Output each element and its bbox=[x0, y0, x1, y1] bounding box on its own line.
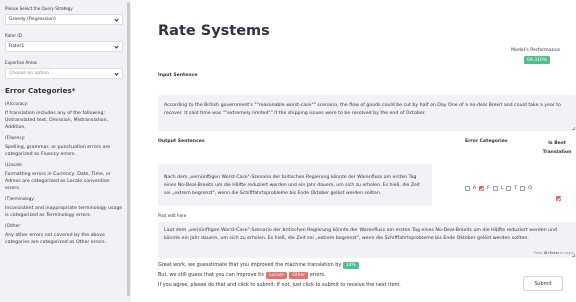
output-sentence-text: Nach dem „vernünftigen Worst-Case"-Szena… bbox=[164, 175, 420, 196]
checkbox-other[interactable] bbox=[520, 186, 526, 191]
error-categories-title: Error Categories* bbox=[5, 86, 76, 95]
category-description: Spelling, grammar, or punctuation errors… bbox=[5, 145, 111, 157]
expertise-label: Expertise Areas bbox=[5, 60, 38, 65]
checkbox-label: A bbox=[473, 186, 477, 191]
page-title: Rate Systems bbox=[158, 23, 270, 39]
sidebar-scrollbar[interactable] bbox=[127, 2, 130, 296]
query-strategy-select[interactable]: Greedy (Regression) bbox=[5, 14, 123, 25]
performance-badge: 69.310% bbox=[524, 56, 551, 64]
footer-line2-text: But, we still guess that you can improve… bbox=[158, 272, 264, 278]
category-description: Formatting errors in Currency, Date, Tim… bbox=[5, 172, 111, 191]
other-error-badge: Other bbox=[289, 272, 309, 279]
category-heading: (L)ocale: bbox=[5, 162, 23, 167]
input-sentence-box: According to the British government's ""… bbox=[158, 95, 576, 131]
footer-line2-suffix: errors. bbox=[309, 272, 326, 278]
footer-line-2: But, we still guess that you can improve… bbox=[158, 272, 326, 279]
main-content: Rate Systems Model's Performance 69.310%… bbox=[131, 0, 576, 302]
error-category-checkboxes: A F L T O bbox=[465, 186, 532, 191]
checkbox-locale[interactable] bbox=[492, 186, 498, 191]
checkbox-terminology[interactable] bbox=[506, 186, 512, 191]
chevron-down-icon bbox=[114, 44, 119, 49]
expertise-select[interactable]: Choose an option bbox=[5, 68, 123, 79]
rater-id-label: Rater ID bbox=[5, 33, 22, 38]
apply-hint-key: ⌘+Enter bbox=[543, 251, 560, 255]
chevron-down-icon bbox=[114, 71, 119, 76]
best-header-line1: Is Best bbox=[548, 141, 566, 146]
footer-line1-text: Great work, we guesstimate that you impr… bbox=[158, 262, 342, 268]
post-edit-textarea[interactable]: Laut dem „vernünftigen Worst-Case"-Szena… bbox=[158, 222, 576, 258]
input-sentence-text: According to the British government's ""… bbox=[164, 103, 561, 116]
input-sentence-label: Input Sentence bbox=[158, 73, 198, 78]
apply-hint-prefix: Press bbox=[533, 251, 543, 255]
category-heading: (A)ccuracy: bbox=[5, 101, 29, 106]
category-heading: (F)luency: bbox=[5, 135, 26, 140]
sidebar: Please Select the Query Strategy Greedy … bbox=[0, 0, 131, 302]
post-edit-label: Post edit here bbox=[158, 213, 187, 218]
post-edit-text: Laut dem „vernünftigen Worst-Case"-Szena… bbox=[164, 228, 557, 241]
checkbox-accuracy[interactable] bbox=[465, 186, 470, 191]
best-translation-checkbox-wrap bbox=[556, 186, 561, 205]
chevron-down-icon bbox=[114, 17, 119, 22]
error-categories-header: Error Categories bbox=[465, 139, 508, 144]
best-translation-header: Is Best Translation bbox=[540, 139, 574, 157]
footer-line-1: Great work, we guesstimate that you impr… bbox=[158, 262, 359, 269]
query-strategy-label: Please Select the Query Strategy bbox=[5, 6, 73, 11]
checkbox-fluency[interactable] bbox=[479, 186, 485, 191]
resize-handle-icon[interactable] bbox=[572, 127, 575, 130]
query-strategy-value: Greedy (Regression) bbox=[9, 17, 56, 22]
category-heading: (T)erminology: bbox=[5, 196, 35, 201]
checkbox-label: F bbox=[487, 186, 490, 191]
rater-id-value: Rater1 bbox=[9, 44, 25, 49]
category-description: If translation includes any of the follo… bbox=[5, 111, 109, 130]
submit-button[interactable]: Submit bbox=[523, 276, 563, 291]
category-description: Inconsistent and inappropriate terminolo… bbox=[5, 206, 123, 218]
improvement-badge: 14% bbox=[342, 262, 359, 269]
rater-id-select[interactable]: Rater1 bbox=[5, 41, 123, 52]
apply-hint: Press ⌘+Enter to apply bbox=[534, 249, 574, 257]
checkbox-label: L bbox=[500, 186, 504, 191]
category-heading: (O)ther: bbox=[5, 223, 22, 228]
performance-label: Model's Performance bbox=[511, 48, 560, 53]
checkbox-label: T bbox=[514, 186, 518, 191]
best-header-line2: Translation bbox=[542, 150, 572, 155]
locale-error-badge: Locale bbox=[266, 272, 287, 279]
output-sentence-box: Nach dem „vernünftigen Worst-Case"-Szena… bbox=[158, 164, 432, 206]
best-translation-checkbox[interactable] bbox=[556, 196, 561, 201]
category-description: Any other errors not covered by the abov… bbox=[5, 233, 107, 245]
output-sentences-header: Output Sentences bbox=[158, 139, 205, 144]
resize-handle-icon[interactable] bbox=[572, 254, 575, 257]
expertise-placeholder: Choose an option bbox=[9, 71, 50, 76]
checkbox-label: O bbox=[528, 186, 532, 191]
footer-line-3: If you agree, please do that and click t… bbox=[158, 282, 401, 288]
